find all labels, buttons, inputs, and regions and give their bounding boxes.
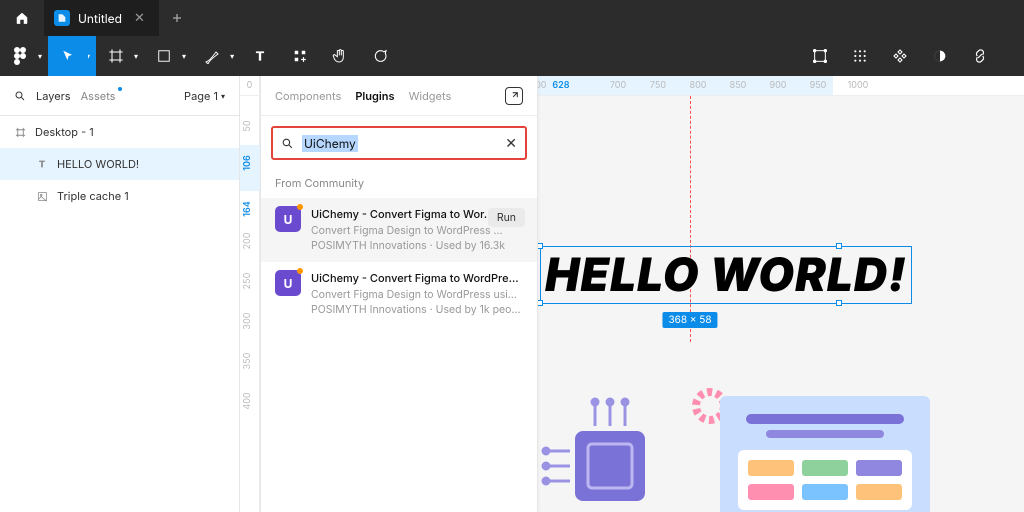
layer-label: Triple cache 1 bbox=[57, 189, 129, 203]
layers-tab[interactable]: Layers bbox=[36, 89, 71, 103]
frame-tool[interactable] bbox=[96, 36, 136, 76]
section-title-community: From Community bbox=[261, 170, 537, 198]
search-value: UiChemy bbox=[302, 135, 358, 152]
resources-tool[interactable] bbox=[280, 36, 320, 76]
ruler-tick: 250 bbox=[242, 273, 253, 290]
file-tab[interactable]: Untitled ✕ bbox=[44, 0, 159, 36]
layer-row-text[interactable]: HELLO WORLD! bbox=[0, 148, 239, 180]
component-button[interactable] bbox=[840, 36, 880, 76]
link-button[interactable] bbox=[960, 36, 1000, 76]
ruler-tick: 300 bbox=[242, 313, 253, 330]
selection-handle[interactable] bbox=[836, 300, 842, 306]
expand-panel-button[interactable] bbox=[505, 87, 523, 105]
comment-tool[interactable] bbox=[360, 36, 400, 76]
plugin-search-input[interactable]: UiChemy ✕ bbox=[271, 126, 527, 160]
layer-label: HELLO WORLD! bbox=[57, 157, 139, 171]
edit-object-button[interactable] bbox=[800, 36, 840, 76]
file-type-icon bbox=[54, 10, 70, 26]
mask-button[interactable] bbox=[880, 36, 920, 76]
text-tool[interactable] bbox=[240, 36, 280, 76]
hand-tool[interactable] bbox=[320, 36, 360, 76]
ruler-origin: 0 bbox=[240, 76, 260, 96]
home-button[interactable] bbox=[0, 0, 44, 36]
layer-row-frame[interactable]: Desktop - 1 bbox=[0, 116, 239, 148]
ruler-tick: 350 bbox=[242, 353, 253, 370]
ruler-tick: 50 bbox=[242, 120, 253, 131]
decoration-cpu bbox=[540, 396, 680, 512]
figma-menu-button[interactable] bbox=[0, 36, 40, 76]
search-icon[interactable] bbox=[14, 90, 26, 102]
plugin-icon: U bbox=[275, 206, 301, 232]
run-plugin-button[interactable]: Run bbox=[488, 208, 525, 227]
resources-panel: Components Plugins Widgets UiChemy ✕ Fro… bbox=[260, 76, 538, 512]
tab-components[interactable]: Components bbox=[275, 89, 341, 103]
ruler-tick: 628 bbox=[552, 80, 569, 91]
boolean-button[interactable] bbox=[920, 36, 960, 76]
tab-widgets[interactable]: Widgets bbox=[409, 89, 452, 103]
ruler-tick: 1000 bbox=[848, 80, 869, 91]
frame-icon bbox=[14, 126, 26, 138]
assets-tab[interactable]: Assets bbox=[81, 89, 116, 103]
ruler-tick: 400 bbox=[242, 392, 253, 409]
decoration-window bbox=[720, 396, 930, 512]
move-tool[interactable] bbox=[48, 36, 88, 76]
tab-plugins[interactable]: Plugins bbox=[355, 89, 394, 103]
text-node-hello[interactable]: HELLO WORLD! bbox=[540, 246, 912, 304]
ruler-tick: 106 bbox=[242, 155, 253, 171]
plugin-title: UiChemy - Convert Figma to WordPress (… bbox=[311, 270, 523, 287]
close-tab-button[interactable]: ✕ bbox=[130, 10, 149, 26]
selection-handle[interactable] bbox=[836, 243, 842, 249]
text-icon bbox=[36, 158, 48, 170]
ruler-vertical: 50 106 164 200 250 300 350 400 bbox=[240, 96, 260, 512]
ruler-tick: 750 bbox=[650, 80, 666, 91]
ruler-tick: 900 bbox=[770, 80, 787, 91]
plugin-result[interactable]: U UiChemy - Convert Figma to Wor… Conver… bbox=[261, 198, 537, 262]
plugin-icon: U bbox=[275, 270, 301, 296]
new-tab-button[interactable] bbox=[159, 12, 195, 24]
layer-label: Desktop - 1 bbox=[35, 125, 94, 139]
chevron-down-icon: ▾ bbox=[221, 91, 225, 101]
ruler-tick: 164 bbox=[242, 201, 253, 217]
shape-tool[interactable] bbox=[144, 36, 184, 76]
plugin-meta: POSIMYTH Innovations · Used by 1k people bbox=[311, 302, 523, 318]
page-selector[interactable]: Page 1 ▾ bbox=[184, 89, 225, 103]
search-icon bbox=[281, 137, 294, 150]
image-icon bbox=[36, 190, 48, 202]
file-tab-title: Untitled bbox=[78, 11, 122, 26]
ruler-tick: 950 bbox=[810, 80, 827, 91]
pen-tool[interactable] bbox=[192, 36, 232, 76]
guide-line[interactable] bbox=[690, 96, 691, 342]
selection-dimensions: 368 × 58 bbox=[662, 312, 717, 328]
clear-search-button[interactable]: ✕ bbox=[505, 135, 517, 152]
layers-panel: Layers Assets Page 1 ▾ Desktop - 1 HELLO… bbox=[0, 76, 240, 512]
ruler-tick: 700 bbox=[610, 80, 626, 91]
plugin-meta: POSIMYTH Innovations · Used by 16.3k bbox=[311, 238, 523, 254]
layer-row-image[interactable]: Triple cache 1 bbox=[0, 180, 239, 212]
plugin-result[interactable]: U UiChemy - Convert Figma to WordPress (… bbox=[261, 262, 537, 326]
plugin-subtitle: Convert Figma Design to WordPress using … bbox=[311, 287, 523, 303]
ruler-tick: 850 bbox=[730, 80, 747, 91]
ruler-tick: 200 bbox=[242, 233, 253, 250]
ruler-tick: 800 bbox=[690, 80, 707, 91]
update-dot-icon bbox=[118, 87, 122, 91]
